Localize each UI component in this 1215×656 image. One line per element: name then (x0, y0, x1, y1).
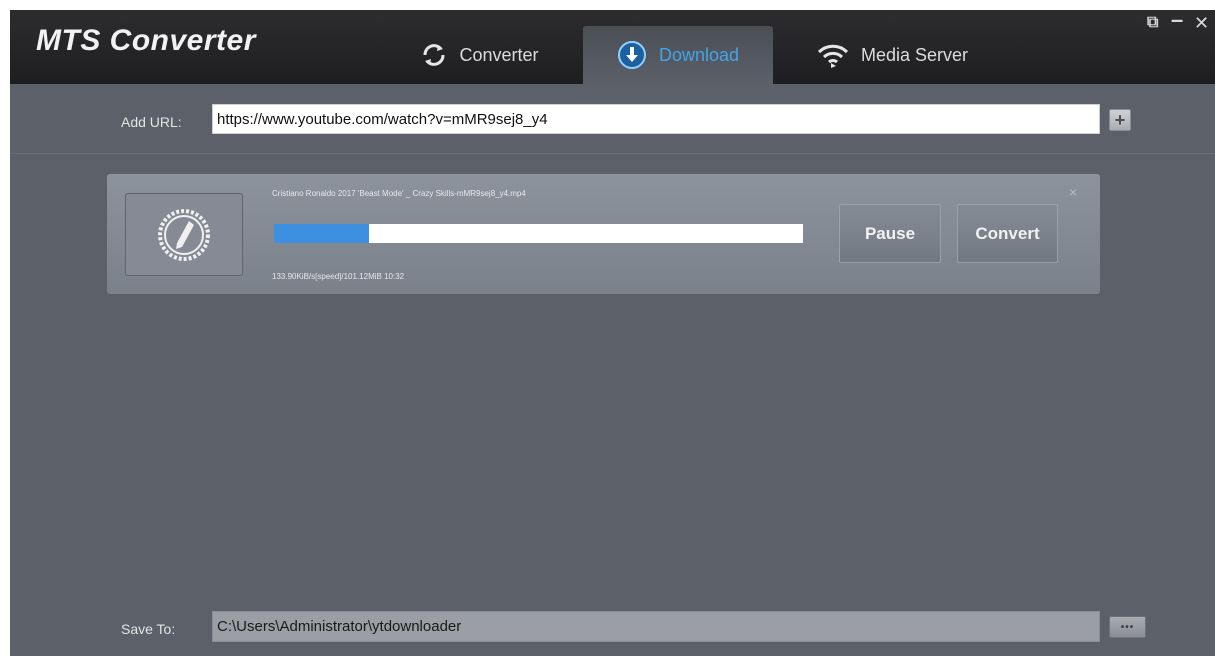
plus-icon: + (1114, 109, 1126, 130)
tab-converter-label: Converter (459, 44, 539, 65)
browse-button[interactable]: ••• (1109, 616, 1146, 638)
add-url-label: Add URL: (121, 114, 182, 130)
tab-download[interactable]: Download (583, 26, 773, 84)
save-path-input[interactable] (212, 611, 1100, 642)
add-url-button[interactable]: + (1109, 109, 1131, 131)
url-row: Add URL: + (10, 84, 1215, 154)
download-progress-fill (274, 224, 370, 243)
download-item: Cristiano Ronaldo 2017 'Beast Mode' _ Cr… (107, 174, 1100, 294)
app-window: MTS Converter Converter Download Media S… (10, 10, 1215, 656)
pause-button[interactable]: Pause (839, 204, 941, 263)
url-input[interactable] (212, 104, 1100, 134)
download-progress-bar (274, 224, 803, 243)
tab-media-server-label: Media Server (860, 44, 969, 65)
save-to-label: Save To: (121, 621, 176, 637)
refresh-icon (421, 43, 447, 67)
wifi-icon (817, 42, 849, 68)
title-bar: MTS Converter Converter Download Media S… (10, 10, 1215, 84)
video-thumbnail (125, 193, 243, 276)
download-status: 133.90KiB/s[speed]/101.12MiB 10:32 (272, 272, 405, 281)
tab-media-server[interactable]: Media Server (800, 26, 985, 84)
download-filename: Cristiano Ronaldo 2017 'Beast Mode' _ Cr… (272, 189, 526, 198)
tab-download-label: Download (658, 44, 740, 65)
restore-icon[interactable]: ⧉ (1147, 14, 1158, 32)
tab-converter[interactable]: Converter (395, 26, 565, 84)
close-icon[interactable]: ✕ (1194, 14, 1209, 32)
minimize-icon[interactable]: – (1171, 10, 1183, 31)
app-title: MTS Converter (36, 24, 256, 57)
download-icon (617, 40, 647, 70)
pencil-dial-icon (158, 208, 210, 261)
convert-button[interactable]: Convert (957, 204, 1058, 263)
remove-item-icon[interactable]: × (1069, 184, 1077, 200)
